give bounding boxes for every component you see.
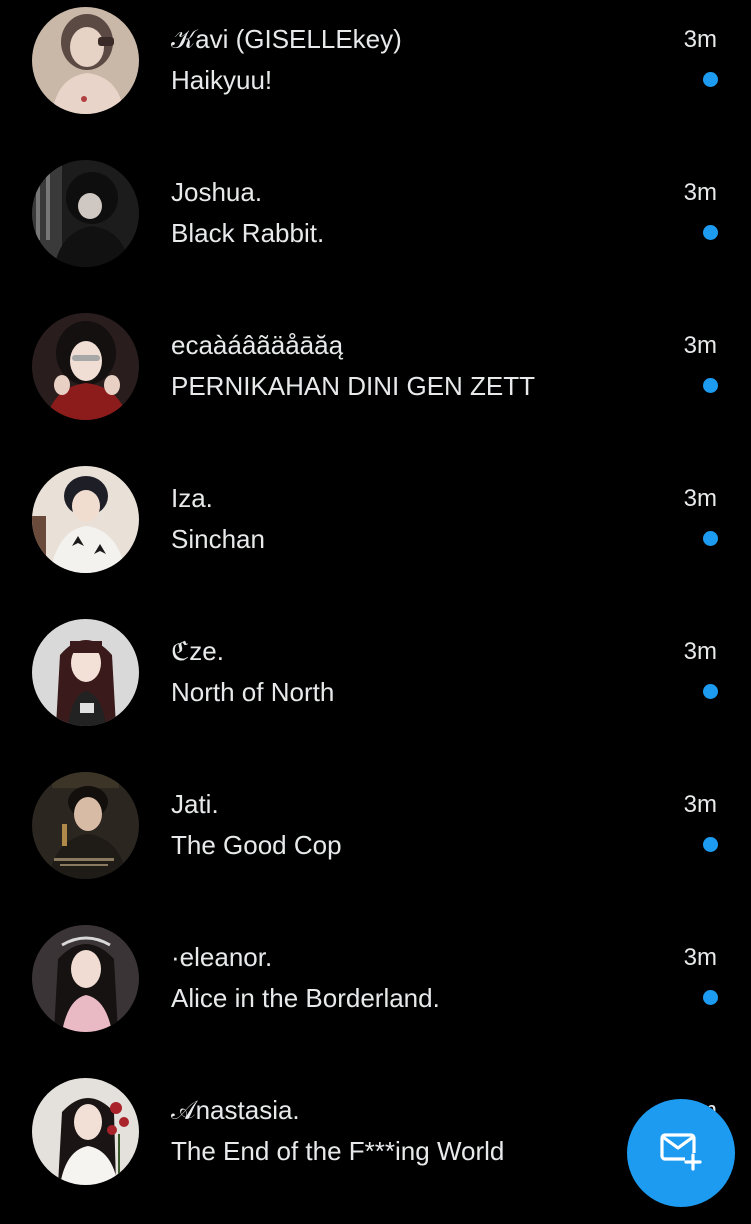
conversation-row[interactable]: 𝒦avi (GISELLEkey) Haikyuu! 3m xyxy=(0,0,751,153)
contact-name: Joshua. xyxy=(171,177,263,207)
message-preview: Black Rabbit. xyxy=(171,218,325,248)
timestamp: 3m xyxy=(683,332,717,359)
timestamp: 3m xyxy=(683,944,717,971)
contact-name: Jati. xyxy=(171,789,219,819)
unread-dot-icon xyxy=(703,837,718,852)
timestamp: 3m xyxy=(683,791,717,818)
timestamp: 3m xyxy=(683,485,717,512)
contact-name: ℭze. xyxy=(171,636,224,666)
conversation-row[interactable]: ecaàáâãäåāăą PERNIKAHAN DINI GEN ZETT 3m xyxy=(0,306,751,459)
conversation-row[interactable]: Joshua. Black Rabbit. 3m xyxy=(0,153,751,306)
avatar[interactable] xyxy=(32,619,139,726)
timestamp: 3m xyxy=(683,638,717,665)
avatar[interactable] xyxy=(32,772,139,879)
message-preview: North of North xyxy=(171,677,335,707)
contact-name: ecaàáâãäåāăą xyxy=(171,330,344,360)
timestamp: 3m xyxy=(683,26,717,53)
avatar[interactable] xyxy=(32,160,139,267)
avatar[interactable] xyxy=(32,1078,139,1185)
unread-dot-icon xyxy=(703,72,718,87)
contact-name: 𝒜nastasia. xyxy=(171,1095,300,1125)
avatar[interactable] xyxy=(32,7,139,114)
contact-name: 𝒦avi (GISELLEkey) xyxy=(171,24,402,54)
unread-dot-icon xyxy=(703,684,718,699)
conversation-row[interactable]: Iza. Sinchan 3m xyxy=(0,459,751,612)
avatar[interactable] xyxy=(32,466,139,573)
message-preview: Sinchan xyxy=(171,524,265,554)
conversation-row[interactable]: Jati. The Good Cop 3m xyxy=(0,765,751,918)
contact-name: ·eleanor. xyxy=(171,942,273,972)
unread-dot-icon xyxy=(703,990,718,1005)
avatar[interactable] xyxy=(32,925,139,1032)
unread-dot-icon xyxy=(703,378,718,393)
unread-dot-icon xyxy=(703,225,718,240)
timestamp: 3m xyxy=(683,179,717,206)
message-preview: The End of the F***ing World xyxy=(171,1136,505,1166)
message-preview: Alice in the Borderland. xyxy=(171,983,440,1013)
conversation-row[interactable]: ℭze. North of North 3m xyxy=(0,612,751,765)
contact-name: Iza. xyxy=(171,483,213,513)
unread-dot-icon xyxy=(703,531,718,546)
new-message-icon xyxy=(659,1131,703,1176)
conversation-row[interactable]: ·eleanor. Alice in the Borderland. 3m xyxy=(0,918,751,1071)
avatar[interactable] xyxy=(32,313,139,420)
message-preview: The Good Cop xyxy=(171,830,342,860)
new-message-button[interactable] xyxy=(627,1099,735,1207)
message-preview: PERNIKAHAN DINI GEN ZETT xyxy=(171,371,536,401)
message-preview: Haikyuu! xyxy=(171,65,273,95)
